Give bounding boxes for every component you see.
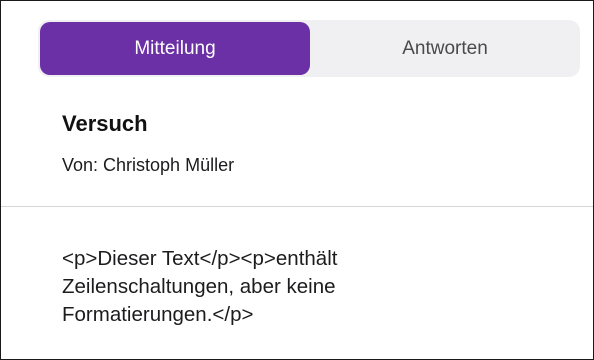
message-title: Versuch: [62, 111, 148, 136]
message-view: Mitteilung Antworten Versuch Von: Christ…: [0, 0, 594, 360]
message-body: <p>Dieser Text</p><p>enthält Zeilenschal…: [62, 247, 338, 326]
divider: [1, 206, 593, 207]
message-sender: Von: Christoph Müller: [62, 155, 235, 175]
segmented-control: Mitteilung Antworten: [38, 20, 580, 77]
tab-antworten[interactable]: Antworten: [310, 20, 580, 77]
message-header: Versuch Von: Christoph Müller: [62, 111, 234, 176]
tab-mitteilung[interactable]: Mitteilung: [40, 22, 310, 75]
